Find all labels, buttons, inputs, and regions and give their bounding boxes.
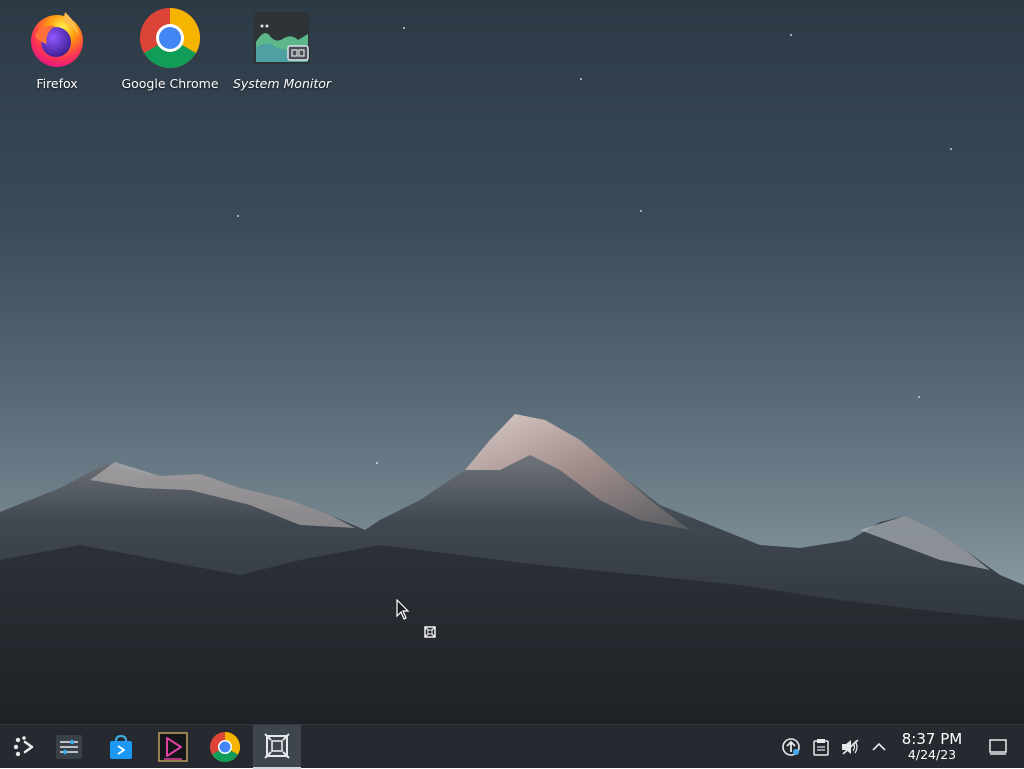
taskbar-app-discover[interactable]: [97, 725, 145, 769]
application-launcher-button[interactable]: [0, 725, 48, 769]
media-player-icon: [158, 732, 188, 762]
clock-time: 8:37 PM: [901, 730, 963, 748]
volume-muted-icon: [842, 739, 859, 755]
desktop-icon-firefox[interactable]: Firefox: [3, 6, 111, 91]
desktop-icon-system-monitor[interactable]: System Monitor: [228, 6, 336, 91]
taskbar-app-media-player[interactable]: [149, 725, 197, 769]
digital-clock[interactable]: 8:37 PM 4/24/23: [896, 731, 968, 762]
firefox-icon: [31, 12, 83, 67]
desktop-icon-label: System Monitor: [232, 76, 332, 91]
mouse-pointer-icon: [396, 599, 410, 620]
taskbar: 8:37 PM 4/24/23: [0, 724, 1024, 769]
chrome-icon: [139, 7, 201, 69]
tray-expand-button[interactable]: [869, 737, 889, 757]
desktop-background[interactable]: Firefox Google Chrome System Monitor: [0, 0, 1024, 724]
taskbar-app-settings[interactable]: [45, 725, 93, 769]
settings-sliders-icon: [56, 735, 82, 759]
tray-update-notifier[interactable]: [781, 737, 801, 757]
discover-store-icon: [110, 734, 132, 759]
show-desktop-icon: [989, 739, 1007, 755]
taskbar-app-window-manager[interactable]: [253, 725, 301, 769]
taskbar-app-chrome[interactable]: [201, 725, 249, 769]
mountain-wallpaper: [0, 414, 1024, 724]
update-notifier-icon: [782, 738, 800, 756]
window-manager-icon: [264, 733, 290, 759]
clipboard-icon: [813, 739, 829, 756]
system-monitor-icon: [254, 12, 310, 64]
desktop-icon-google-chrome[interactable]: Google Chrome: [116, 6, 224, 91]
desktop-icon-label: Firefox: [36, 76, 78, 91]
chrome-icon: [210, 732, 241, 763]
show-desktop-button[interactable]: [988, 737, 1008, 757]
tray-volume[interactable]: [840, 737, 860, 757]
application-launcher-icon: [13, 736, 34, 757]
drag-target-icon: [424, 626, 436, 638]
clock-date: 4/24/23: [907, 747, 957, 762]
desktop-icon-label: Google Chrome: [121, 76, 219, 91]
tray-clipboard[interactable]: [811, 737, 831, 757]
expand-tray-icon: [872, 742, 886, 751]
